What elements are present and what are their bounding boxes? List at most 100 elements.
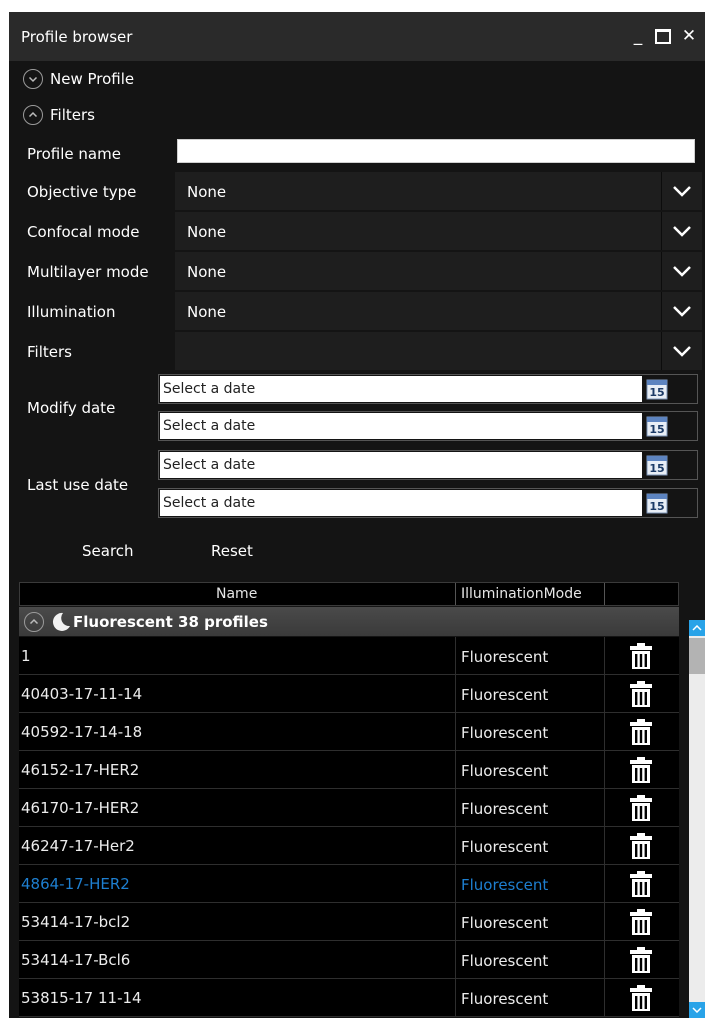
modify-date-from-input[interactable]: Select a date [160,376,642,402]
confocal-mode-select[interactable]: None [175,212,702,250]
grid-header: Name IlluminationMode [19,582,679,606]
maximize-button[interactable] [654,26,672,46]
chevron-down-icon [661,252,702,290]
last-use-date-label: Last use date [27,476,129,494]
last-use-date-from-input[interactable]: Select a date [160,452,642,478]
column-divider [455,583,456,605]
profile-browser-window: Profile browser _ ✕ New Profile Filters … [9,12,705,1018]
cell-divider [604,713,605,750]
profile-name-row: Profile name [27,134,705,172]
table-row[interactable]: 53414-17-bcl2 Fluorescent [19,903,679,941]
calendar-icon[interactable]: 15 [646,378,668,400]
illumination-mode-cell: Fluorescent [461,724,549,742]
calendar-icon[interactable]: 15 [646,492,668,514]
objective-type-value: None [187,183,227,201]
calendar-icon[interactable]: 15 [646,454,668,476]
trash-icon[interactable] [629,946,653,974]
cell-divider [604,789,605,826]
trash-icon[interactable] [629,680,653,708]
filters-section-label: Filters [50,106,95,124]
profile-name-cell: 46170-17-HER2 [21,799,140,817]
table-row[interactable]: 1 Fluorescent [19,637,679,675]
cell-divider [604,979,605,1016]
table-row[interactable]: 53414-17-Bcl6 Fluorescent [19,941,679,979]
calendar-day-text: 15 [649,386,664,399]
close-button[interactable]: ✕ [680,26,698,46]
modify-date-to: Select a date 15 [158,411,698,441]
modify-date-label: Modify date [27,399,116,417]
trash-icon[interactable] [629,794,653,822]
trash-icon[interactable] [629,984,653,1012]
window-title: Profile browser [21,28,133,46]
illumination-mode-cell: Fluorescent [461,914,549,932]
profile-name-cell: 40403-17-11-14 [21,685,143,703]
table-row[interactable]: 53815-17 11-14 Fluorescent [19,979,679,1017]
trash-icon[interactable] [629,718,653,746]
cell-divider [455,903,456,940]
cell-divider [455,713,456,750]
search-button[interactable]: Search [82,542,134,560]
multilayer-mode-value: None [187,263,227,281]
scroll-thumb[interactable] [689,638,705,674]
objective-type-select[interactable]: None [175,172,702,210]
column-header-illumination[interactable]: IlluminationMode [461,586,582,602]
confocal-mode-value: None [187,223,227,241]
illumination-mode-cell: Fluorescent [461,876,549,894]
maximize-icon [655,29,671,44]
chevron-up-circle-icon [24,611,44,632]
profile-name-cell: 1 [21,647,31,665]
new-profile-label: New Profile [50,70,135,88]
chevron-down-icon [661,212,702,250]
trash-icon[interactable] [629,908,653,936]
column-divider [604,583,605,605]
table-row[interactable]: 46247-17-Her2 Fluorescent [19,827,679,865]
new-profile-toggle[interactable]: New Profile [23,67,134,91]
filters-select[interactable] [175,332,702,370]
multilayer-mode-select[interactable]: None [175,252,702,290]
table-row[interactable]: 46170-17-HER2 Fluorescent [19,789,679,827]
minimize-button[interactable]: _ [629,26,647,46]
group-header-fluorescent[interactable]: Fluorescent 38 profiles [19,607,679,636]
reset-button[interactable]: Reset [211,542,253,560]
profile-name-cell: 53815-17 11-14 [21,989,142,1007]
confocal-mode-label: Confocal mode [27,223,140,241]
profile-name-cell: 53414-17-bcl2 [21,913,131,931]
table-row[interactable]: 46152-17-HER2 Fluorescent [19,751,679,789]
cell-divider [455,979,456,1016]
profile-name-cell: 46152-17-HER2 [21,761,140,779]
cell-divider [455,637,456,674]
cell-divider [455,865,456,902]
table-row[interactable]: 40403-17-11-14 Fluorescent [19,675,679,713]
trash-icon[interactable] [629,642,653,670]
last-use-date-to-input[interactable]: Select a date [160,490,642,516]
trash-icon[interactable] [629,832,653,860]
chevron-down-icon [661,172,702,210]
cell-divider [455,675,456,712]
profile-name-label: Profile name [27,145,121,163]
profiles-grid: Name IlluminationMode Fluorescent 38 pro… [19,582,705,1018]
trash-icon[interactable] [629,756,653,784]
cell-divider [455,941,456,978]
cell-divider [604,637,605,674]
filters-toggle[interactable]: Filters [23,103,95,127]
modify-date-to-input[interactable]: Select a date [160,413,642,439]
calendar-icon[interactable]: 15 [646,415,668,437]
title-bar: Profile browser _ ✕ [9,12,705,61]
cell-divider [455,751,456,788]
table-row[interactable]: 40592-17-14-18 Fluorescent [19,713,679,751]
scroll-up-arrow[interactable] [689,620,705,636]
profile-name-input[interactable] [177,139,695,163]
illumination-select[interactable]: None [175,292,702,330]
cell-divider [604,751,605,788]
scroll-down-arrow[interactable] [689,1002,705,1018]
illumination-mode-cell: Fluorescent [461,762,549,780]
grid-rows: 1 Fluorescent 40403-17-11-14 Fluorescent 405… [19,637,679,1017]
table-row[interactable]: 4864-17-HER2 Fluorescent [19,865,679,903]
confocal-mode-row: Confocal mode None [27,212,705,250]
column-header-name[interactable]: Name [216,586,257,602]
vertical-scrollbar[interactable] [689,620,705,1018]
trash-icon[interactable] [629,870,653,898]
illumination-mode-cell: Fluorescent [461,686,549,704]
profile-name-cell: 53414-17-Bcl6 [21,951,131,969]
profile-name-cell: 46247-17-Her2 [21,837,135,855]
